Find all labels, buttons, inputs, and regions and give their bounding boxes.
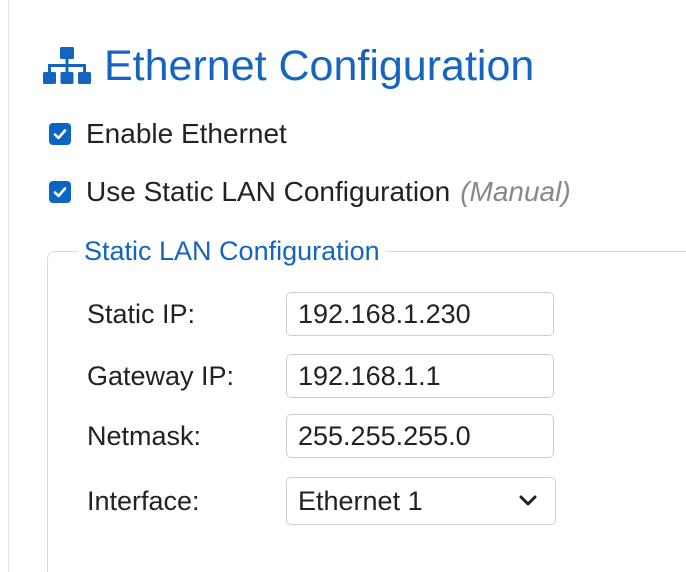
ethernet-config-panel: Ethernet Configuration Enable Ethernet U… bbox=[0, 0, 686, 572]
interface-select[interactable]: Ethernet 1 bbox=[286, 477, 556, 525]
checkmark-icon bbox=[53, 129, 67, 140]
interface-label: Interface: bbox=[87, 486, 200, 516]
static-ip-label: Static IP: bbox=[87, 299, 196, 329]
manual-hint: (Manual) bbox=[460, 176, 571, 207]
netmask-input[interactable] bbox=[286, 414, 554, 458]
interface-selected-value: Ethernet 1 bbox=[298, 485, 423, 516]
page-title-text: Ethernet Configuration bbox=[104, 41, 535, 90]
enable-ethernet-checkbox[interactable] bbox=[49, 123, 71, 145]
gateway-ip-label: Gateway IP: bbox=[87, 361, 235, 391]
enable-ethernet-option[interactable]: Enable Ethernet bbox=[49, 114, 287, 154]
enable-ethernet-label: Enable Ethernet bbox=[86, 118, 287, 149]
static-lan-legend: Static LAN Configuration bbox=[84, 236, 380, 266]
chevron-down-icon bbox=[519, 495, 537, 506]
page-title: Ethernet Configuration bbox=[42, 38, 534, 94]
use-static-lan-option[interactable]: Use Static LAN Configuration (Manual) bbox=[49, 172, 571, 212]
checkmark-icon bbox=[53, 187, 67, 198]
netmask-label: Netmask: bbox=[87, 421, 202, 451]
network-icon bbox=[43, 47, 91, 84]
use-static-lan-checkbox[interactable] bbox=[49, 181, 71, 203]
left-divider bbox=[8, 0, 9, 572]
static-ip-input[interactable] bbox=[286, 292, 554, 336]
gateway-ip-input[interactable] bbox=[286, 354, 554, 398]
use-static-lan-label: Use Static LAN Configuration bbox=[86, 176, 451, 207]
